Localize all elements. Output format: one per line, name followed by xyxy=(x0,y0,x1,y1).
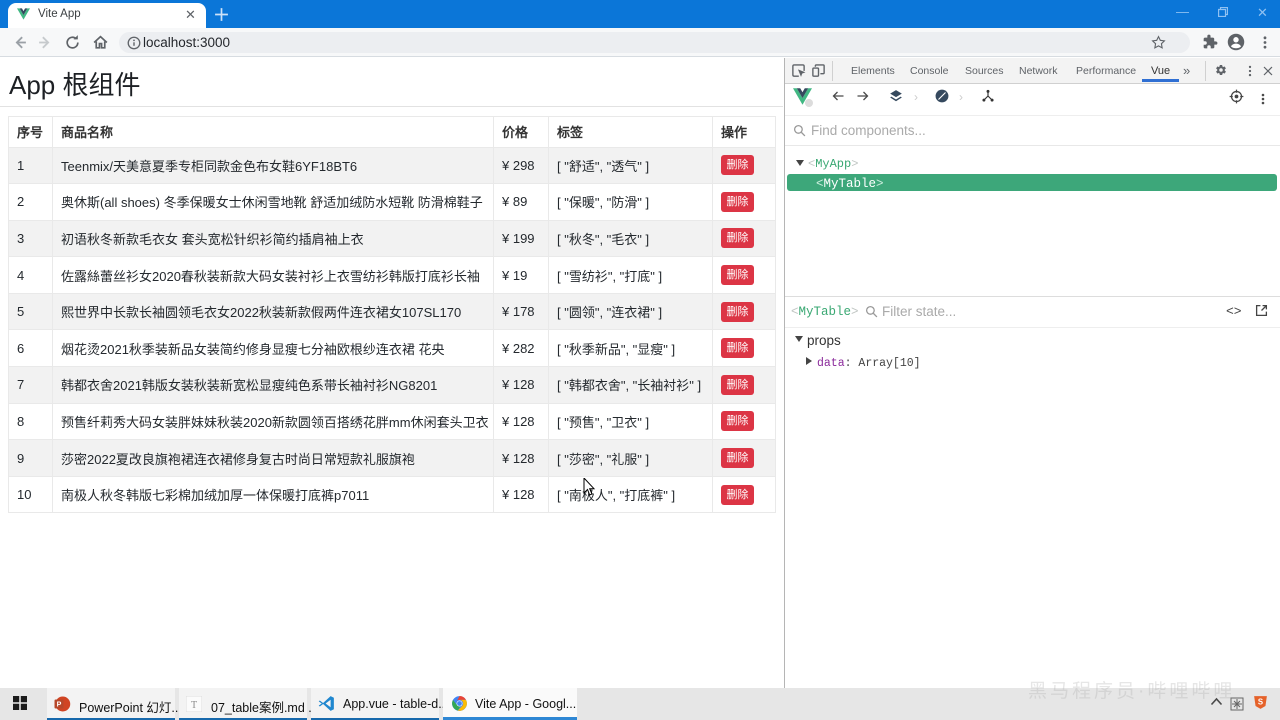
svg-text:P: P xyxy=(57,701,62,709)
svg-text:S: S xyxy=(1258,698,1263,707)
svg-text:T: T xyxy=(191,700,197,711)
